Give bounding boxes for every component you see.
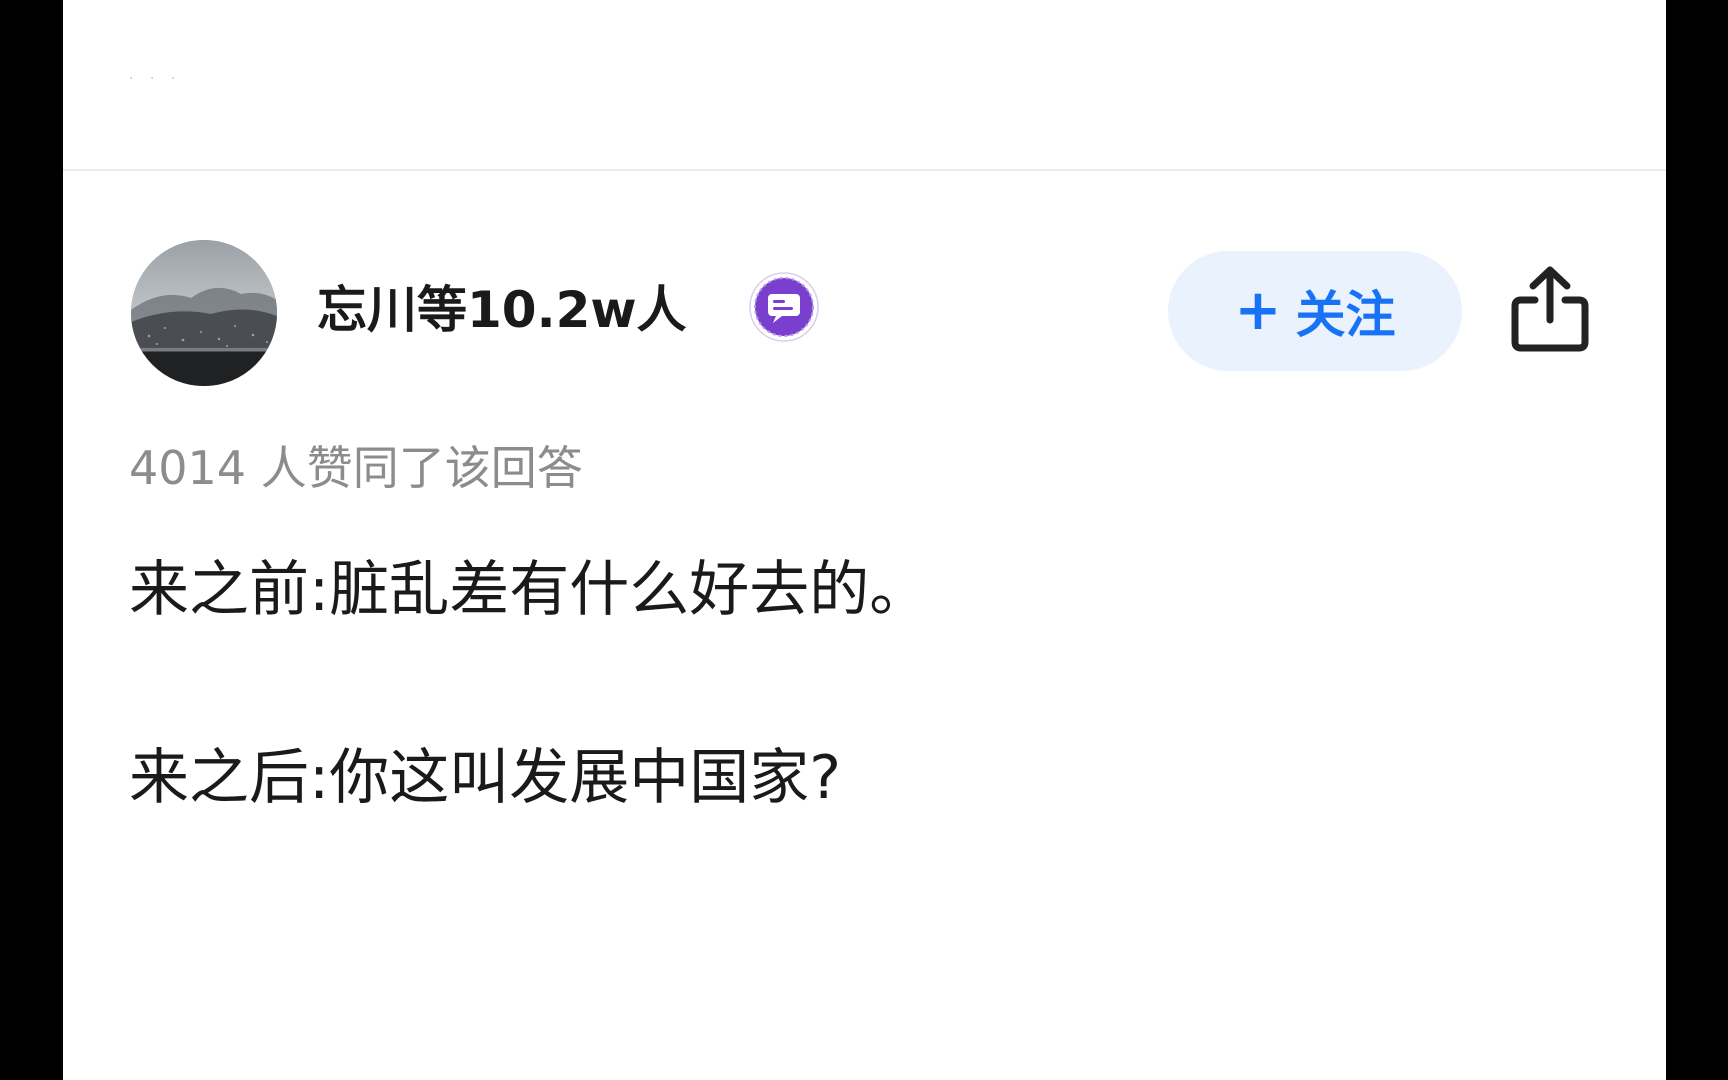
vote-count-text: 4014 人赞同了该回答 bbox=[129, 441, 583, 495]
avatar[interactable] bbox=[131, 240, 277, 386]
author-name[interactable]: 忘川等10.2w人 bbox=[317, 278, 687, 342]
chat-bubble-badge-icon[interactable] bbox=[749, 272, 819, 342]
plus-icon: + bbox=[1234, 278, 1282, 343]
answer-screen: · · · 忘川等10.2w人 + 关注 4014 人赞同了该回答 来之前:脏乱… bbox=[63, 0, 1666, 1080]
more-dots: · · · bbox=[129, 71, 182, 87]
share-icon[interactable] bbox=[1509, 262, 1591, 354]
top-content-area: · · · bbox=[63, 0, 1666, 169]
answer-paragraph-1: 来之前:脏乱差有什么好去的。 bbox=[129, 555, 930, 625]
answer-paragraph-2: 来之后:你这叫发展中国家? bbox=[129, 743, 842, 813]
follow-label: 关注 bbox=[1295, 286, 1396, 344]
follow-button[interactable]: + 关注 bbox=[1168, 251, 1462, 371]
landscape-avatar-image bbox=[131, 240, 277, 386]
section-divider bbox=[63, 169, 1666, 171]
